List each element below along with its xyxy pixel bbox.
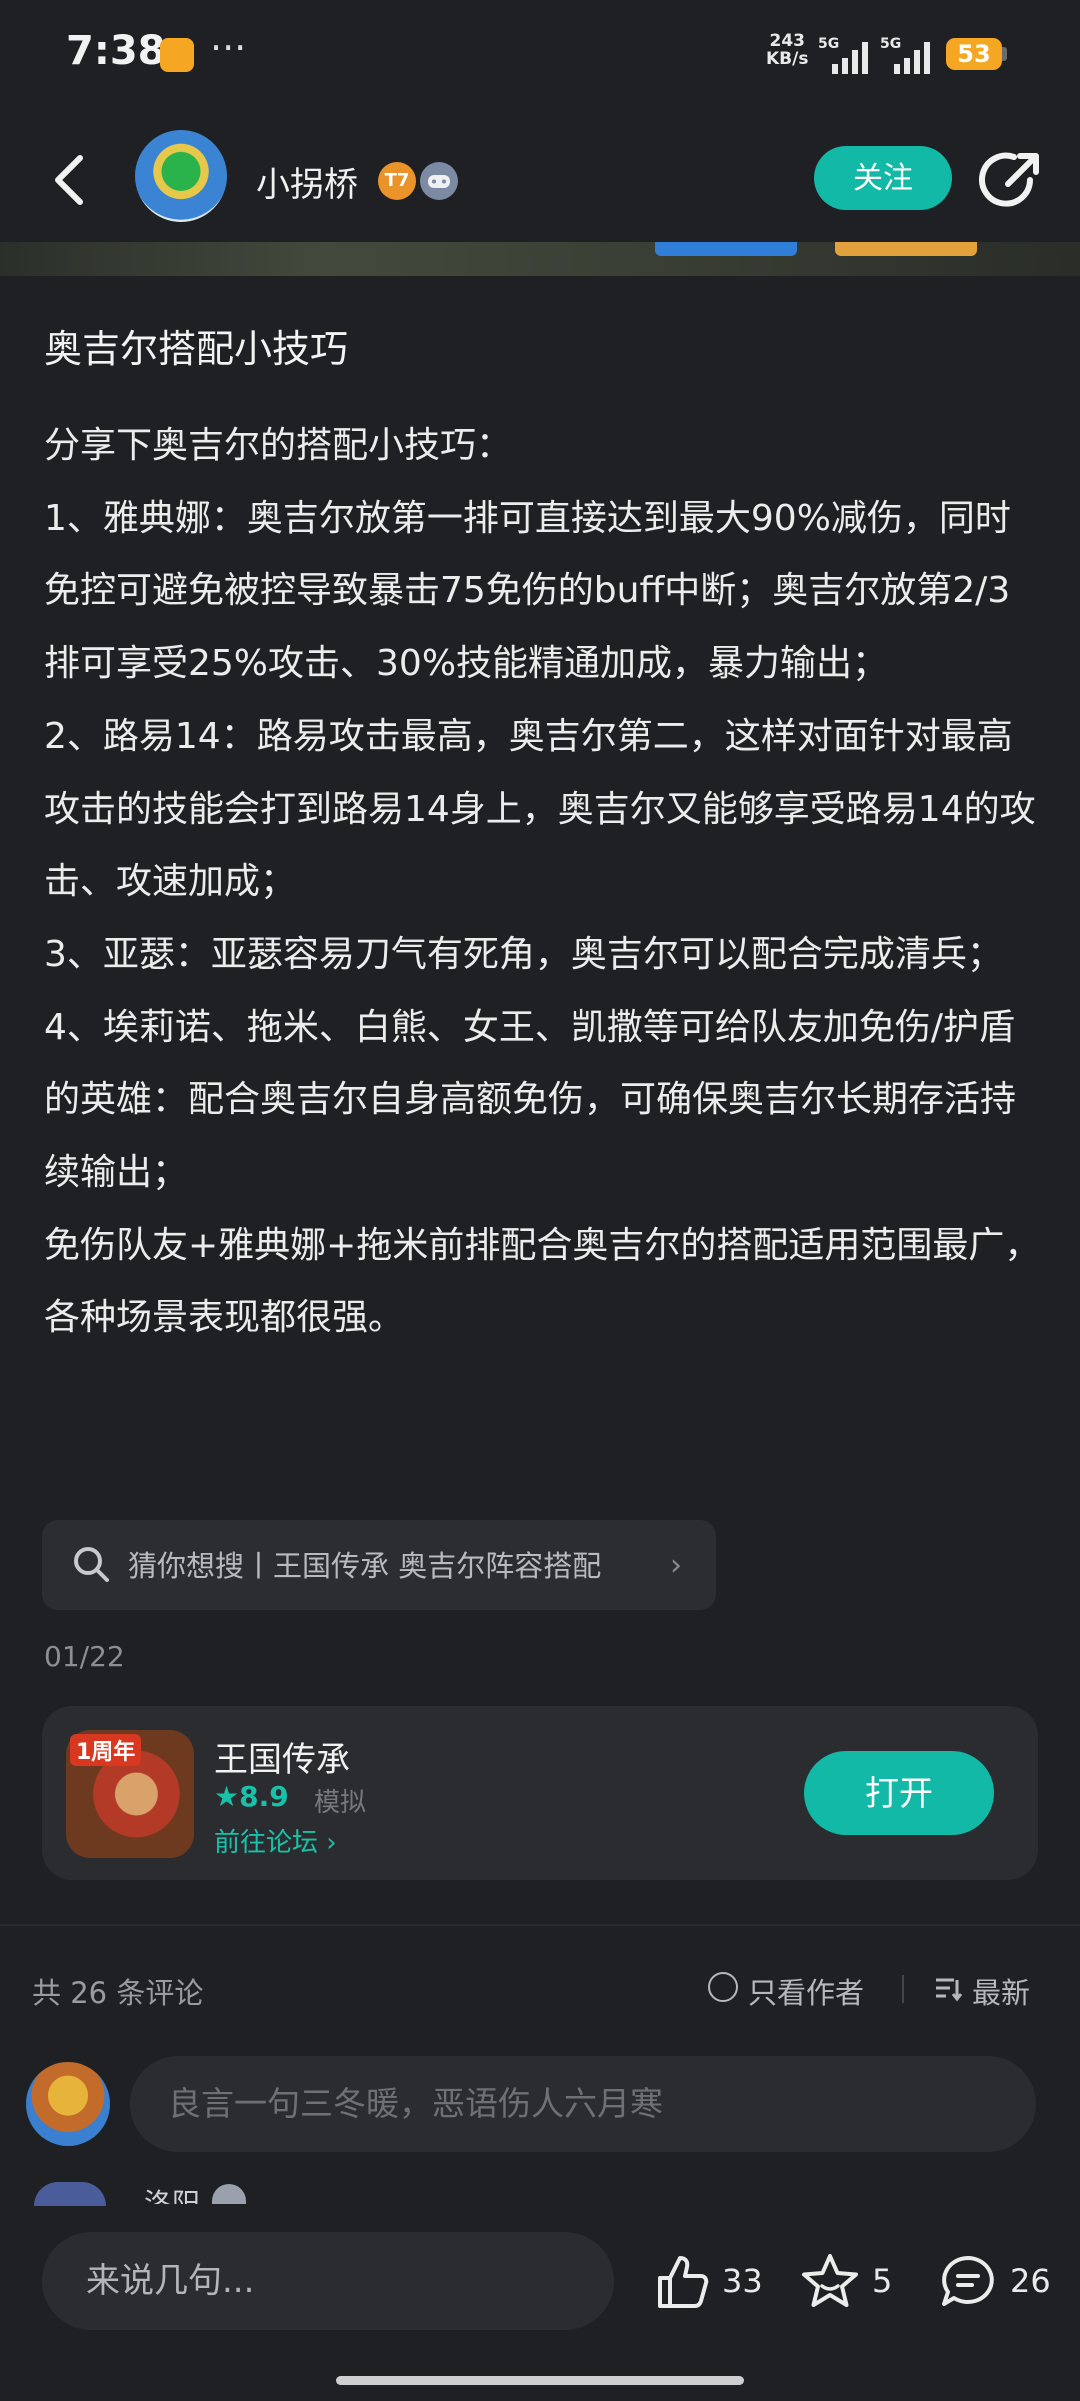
- sort-latest-button[interactable]: 最新: [972, 1970, 1030, 2012]
- comment-count: 共 26 条评论: [32, 1976, 204, 2010]
- battery-tip: [1002, 47, 1007, 61]
- app-genre: 模拟: [314, 1788, 367, 1818]
- signal-1-icon: 5G: [818, 36, 874, 74]
- commenter-badge: [212, 2184, 246, 2204]
- author-name[interactable]: 小拐桥: [256, 157, 358, 206]
- app-rating: ★8.9: [214, 1780, 289, 1813]
- anniversary-tag: 1周年: [70, 1734, 142, 1766]
- post-body: 分享下奥吉尔的搭配小技巧： 1、雅典娜：奥吉尔放第一排可直接达到最大90%减伤，…: [44, 410, 1044, 1355]
- thumbs-up-icon[interactable]: [652, 2252, 712, 2312]
- signal-2-icon: 5G: [880, 36, 936, 74]
- level-badge: T7: [378, 162, 416, 200]
- section-divider: [0, 1924, 1080, 1926]
- post-paragraph: 2、路易14：路易攻击最高，奥吉尔第二，这样对面针对最高攻击的技能会打到路易14…: [44, 715, 1036, 903]
- battery-indicator: 53: [946, 38, 1002, 70]
- app-name: 王国传承: [214, 1740, 350, 1780]
- comment-input[interactable]: 良言一句三冬暖，恶语伤人六月寒: [130, 2056, 1036, 2152]
- svg-text:5G: 5G: [818, 36, 839, 52]
- my-avatar: [26, 2062, 110, 2146]
- net-speed: 243 KB/s: [766, 31, 809, 69]
- commenter-name[interactable]: 洛阳: [144, 2182, 200, 2204]
- comment-total: 26: [1010, 2262, 1051, 2300]
- post-paragraph: 1、雅典娜：奥吉尔放第一排可直接达到最大90%减伤，同时免控可避免被控导致暴击7…: [44, 497, 1011, 685]
- star-icon[interactable]: [800, 2252, 860, 2312]
- open-app-button[interactable]: 打开: [804, 1751, 994, 1835]
- comment-icon[interactable]: [938, 2252, 998, 2312]
- author-avatar[interactable]: [135, 130, 227, 222]
- forum-link[interactable]: 前往论坛 ›: [214, 1822, 337, 1859]
- divider-vertical: [902, 1975, 904, 2003]
- post-paragraph: 3、亚瑟：亚瑟容易刀气有死角，奥吉尔可以配合完成清兵；: [44, 933, 1003, 975]
- sort-icon: [934, 1976, 962, 2002]
- svg-text:5G: 5G: [880, 36, 901, 52]
- post-date: 01/22: [44, 1640, 125, 1673]
- home-indicator[interactable]: [336, 2376, 744, 2385]
- follow-button[interactable]: 关注: [814, 146, 952, 210]
- back-arrow-icon[interactable]: [46, 150, 94, 210]
- say-something-input[interactable]: 来说几句...: [42, 2232, 614, 2330]
- banner-accent-orange: [835, 242, 977, 256]
- share-icon[interactable]: [978, 150, 1044, 210]
- post-paragraph: 4、埃莉诺、拖米、白熊、女王、凯撒等可给队友加免伤/护盾的英雄：配合奥吉尔自身高…: [44, 1006, 1017, 1194]
- favorite-count: 5: [872, 2262, 893, 2300]
- chevron-right-icon: ›: [670, 1548, 682, 1583]
- commenter-avatar[interactable]: [34, 2182, 106, 2206]
- banner-accent-blue: [655, 242, 797, 256]
- status-time: 7:38: [66, 28, 166, 74]
- like-count: 33: [722, 2262, 763, 2300]
- author-only-radio-icon[interactable]: [708, 1972, 738, 2002]
- search-suggestion-text: 猜你想搜丨王国传承 奥吉尔阵容搭配: [128, 1549, 602, 1583]
- search-icon: [70, 1543, 112, 1585]
- post-title: 奥吉尔搭配小技巧: [44, 327, 349, 371]
- post-paragraph: 免伤队友+雅典娜+拖米前排配合奥吉尔的搭配适用范围最广，各种场景表现都很强。: [44, 1224, 1041, 1339]
- author-only-toggle[interactable]: 只看作者: [748, 1970, 864, 2012]
- notification-app-icon: [160, 38, 194, 72]
- post-paragraph: 分享下奥吉尔的搭配小技巧：: [44, 425, 513, 466]
- gamepad-badge-icon: [420, 162, 458, 200]
- more-notifications: ···: [210, 26, 247, 70]
